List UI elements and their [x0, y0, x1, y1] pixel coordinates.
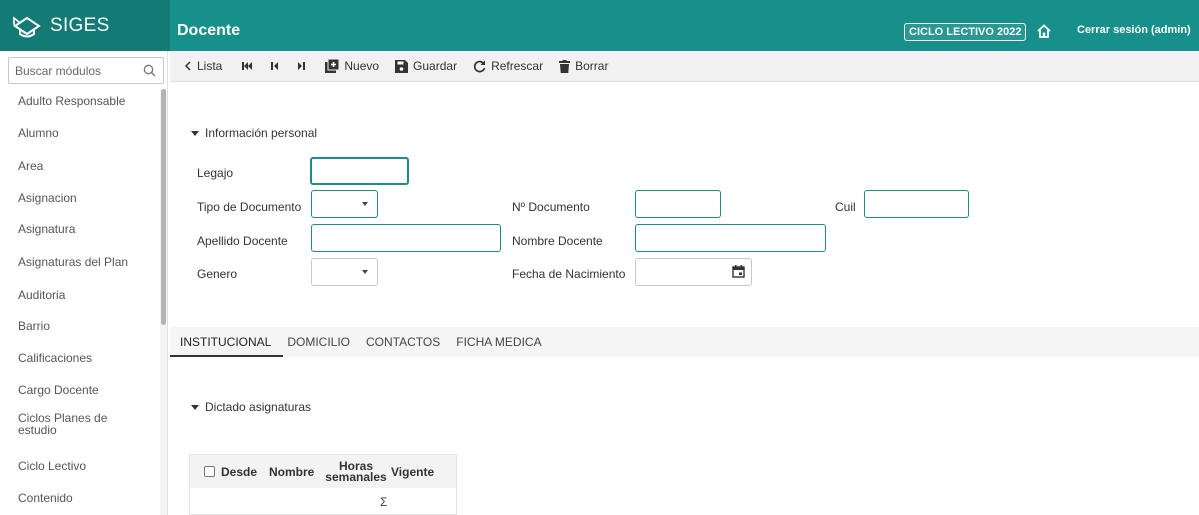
sidebar-item-ciclos-planes-de-estudio[interactable]: Ciclos Planes de estudio: [0, 410, 130, 456]
brand[interactable]: SIGES: [0, 0, 170, 51]
col-desde[interactable]: Desde: [221, 465, 269, 479]
legajo-label: Legajo: [197, 166, 234, 180]
fecha-nacimiento-input[interactable]: [635, 258, 752, 286]
dictado-grid: Desde Nombre Horas semanales Vigente Σ: [189, 454, 457, 515]
col-vigente[interactable]: Vigente: [391, 465, 438, 479]
chevron-left-icon: [184, 61, 191, 71]
col-horas-line2: semanales: [325, 469, 387, 484]
delete-button-label: Borrar: [575, 59, 609, 73]
tipo-documento-label: Tipo de Documento: [197, 200, 302, 214]
tab-contactos[interactable]: CONTACTOS: [366, 327, 440, 357]
tab-ficha-medica[interactable]: FICHA MEDICA: [456, 327, 541, 357]
caret-down-icon: [191, 404, 199, 410]
skip-first-icon: [242, 62, 253, 70]
search-icon[interactable]: [143, 64, 156, 77]
list-button-label: Lista: [197, 59, 223, 73]
sidebar: Adulto Responsable Alumno Area Asignacio…: [0, 51, 168, 515]
tab-institucional[interactable]: INSTITUCIONAL: [169, 327, 284, 357]
sidebar-item-ciclo-lectivo[interactable]: Ciclo Lectivo: [0, 456, 160, 488]
dropdown-caret-icon: [362, 270, 368, 274]
tab-bar: INSTITUCIONAL DOMICILIO CONTACTOS FICHA …: [169, 327, 1199, 357]
calendar-icon[interactable]: [732, 265, 745, 278]
sidebar-item-auditoria[interactable]: Auditoria: [0, 285, 160, 316]
select-all-checkbox[interactable]: [204, 466, 215, 477]
top-bar: SIGES Docente CICLO LECTIVO 2022 Cerrar …: [0, 0, 1199, 51]
next-record-button[interactable]: [297, 51, 310, 82]
logout-link[interactable]: Cerrar sesión (admin): [1077, 24, 1191, 36]
list-button[interactable]: Lista: [184, 51, 222, 82]
save-button[interactable]: Guardar: [395, 51, 457, 82]
first-record-button[interactable]: [242, 51, 258, 82]
tab-domicilio[interactable]: DOMICILIO: [287, 327, 350, 357]
trash-icon: [559, 59, 571, 73]
apellido-input[interactable]: [311, 224, 501, 252]
cuil-label: Cuil: [835, 200, 856, 214]
module-list: Adulto Responsable Alumno Area Asignacio…: [0, 91, 160, 515]
sidebar-item-area[interactable]: Area: [0, 156, 160, 188]
sidebar-item-contenido[interactable]: Contenido: [0, 488, 160, 515]
nro-documento-input[interactable]: [635, 190, 721, 218]
nombre-label: Nombre Docente: [512, 234, 603, 248]
section-personal-info[interactable]: Información personal: [191, 126, 317, 140]
graduation-cap-logo-icon: [12, 11, 42, 41]
add-box-icon: [325, 59, 340, 73]
delete-button[interactable]: Borrar: [559, 51, 608, 82]
sidebar-item-cargo-docente[interactable]: Cargo Docente: [0, 380, 160, 410]
hours-sum-symbol: Σ: [380, 495, 388, 509]
grid-header: Desde Nombre Horas semanales Vigente: [190, 455, 456, 488]
page-title: Docente: [177, 22, 241, 39]
apellido-label: Apellido Docente: [197, 234, 288, 248]
sidebar-item-adulto-responsable[interactable]: Adulto Responsable: [0, 91, 160, 123]
sidebar-item-asignacion[interactable]: Asignacion: [0, 188, 160, 219]
section-personal-info-title: Información personal: [205, 126, 318, 140]
sidebar-item-barrio[interactable]: Barrio: [0, 316, 160, 346]
col-horas-semanales[interactable]: Horas semanales: [325, 460, 391, 484]
genero-label: Genero: [197, 267, 238, 281]
col-nombre[interactable]: Nombre: [269, 465, 325, 479]
new-button[interactable]: Nuevo: [325, 51, 379, 82]
section-dictado-title: Dictado asignaturas: [205, 400, 312, 414]
nro-documento-label: Nº Documento: [512, 200, 590, 214]
step-back-icon: [271, 62, 279, 70]
refresh-button[interactable]: Refrescar: [473, 51, 543, 82]
sidebar-scroll-thumb[interactable]: [161, 89, 166, 325]
dropdown-caret-icon: [362, 202, 368, 206]
toolbar: Lista Nuevo Guardar Refrescar Borrar: [170, 51, 1199, 82]
cycle-badge[interactable]: CICLO LECTIVO 2022: [904, 23, 1027, 41]
legajo-input[interactable]: [310, 157, 409, 185]
floppy-disk-icon: [395, 59, 409, 73]
nombre-input[interactable]: [635, 224, 826, 252]
section-dictado-asignaturas[interactable]: Dictado asignaturas: [191, 400, 311, 414]
sidebar-item-asignatura[interactable]: Asignatura: [0, 219, 160, 252]
cuil-input[interactable]: [864, 190, 969, 218]
app-name: SIGES: [50, 14, 110, 36]
refresh-icon: [473, 60, 486, 72]
genero-select[interactable]: [311, 258, 378, 286]
sidebar-item-asignaturas-del-plan[interactable]: Asignaturas del Plan: [0, 252, 160, 285]
save-button-label: Guardar: [413, 59, 458, 73]
caret-down-icon: [191, 130, 199, 136]
step-forward-icon: [298, 62, 306, 70]
fecha-nacimiento-label: Fecha de Nacimiento: [512, 267, 626, 281]
home-icon[interactable]: [1036, 23, 1052, 39]
previous-record-button[interactable]: [271, 51, 284, 82]
refresh-button-label: Refrescar: [491, 59, 544, 73]
sidebar-item-alumno[interactable]: Alumno: [0, 123, 160, 156]
sidebar-item-calificaciones[interactable]: Calificaciones: [0, 346, 160, 380]
module-search[interactable]: [8, 57, 164, 84]
main-content: Información personal Legajo Tipo de Docu…: [169, 82, 1199, 515]
tipo-documento-select[interactable]: [311, 190, 378, 218]
module-search-input[interactable]: [15, 63, 135, 78]
new-button-label: Nuevo: [344, 59, 380, 73]
